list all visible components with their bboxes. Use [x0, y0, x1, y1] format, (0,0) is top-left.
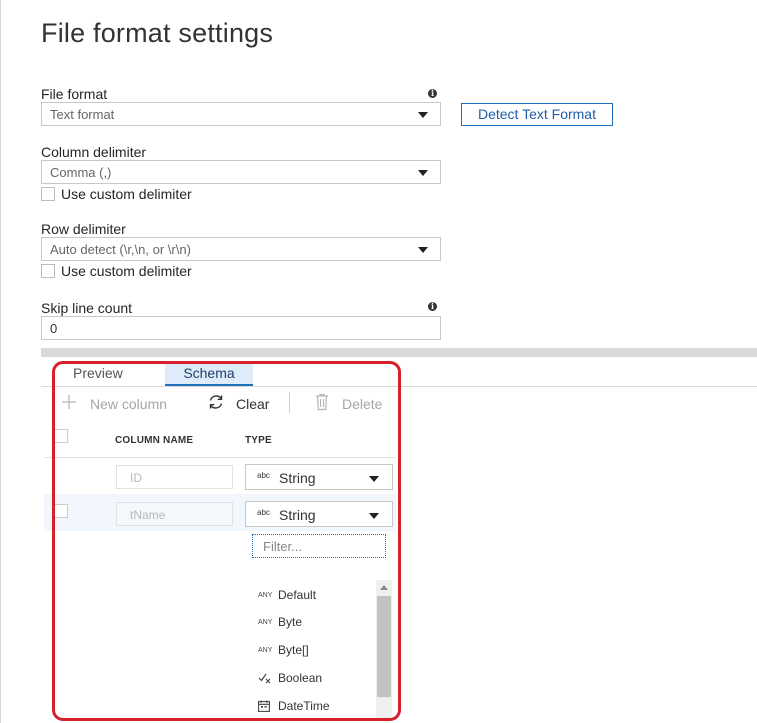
- row-custom-delimiter-label: Use custom delimiter: [61, 263, 192, 279]
- new-column-button[interactable]: New column: [90, 396, 167, 412]
- chevron-down-icon: [369, 476, 379, 482]
- type-header: TYPE: [245, 435, 272, 446]
- column-delimiter-select[interactable]: Comma (,): [41, 160, 441, 184]
- column-name-header: COLUMN NAME: [115, 435, 194, 446]
- column-custom-delimiter-label: Use custom delimiter: [61, 186, 192, 202]
- section-divider: [41, 348, 757, 357]
- string-type-icon: abc: [257, 471, 270, 480]
- type-option-byte-array[interactable]: ANY Byte[]: [258, 643, 309, 657]
- refresh-icon: [207, 393, 225, 411]
- row-checkbox[interactable]: [54, 504, 68, 518]
- row-delimiter-select[interactable]: Auto detect (\r,\n, or \r\n): [41, 237, 441, 261]
- column-name-placeholder: ID: [130, 471, 142, 485]
- chevron-down-icon: [418, 112, 428, 118]
- type-option-byte[interactable]: ANY Byte: [258, 615, 302, 629]
- option-label: Boolean: [278, 671, 323, 685]
- file-format-label: File format: [41, 86, 108, 102]
- chevron-down-icon: [418, 247, 428, 253]
- scroll-up-icon[interactable]: [376, 580, 392, 595]
- boolean-icon: [258, 672, 278, 686]
- filter-placeholder: Filter...: [263, 539, 303, 554]
- type-option-boolean[interactable]: Boolean: [258, 671, 322, 686]
- row-delimiter-value: Auto detect (\r,\n, or \r\n): [50, 242, 191, 257]
- chevron-down-icon: [369, 513, 379, 519]
- type-select[interactable]: abc String: [245, 501, 393, 527]
- skip-line-count-input[interactable]: 0: [41, 316, 441, 340]
- tabs-divider: [41, 386, 757, 387]
- column-name-input[interactable]: ID: [116, 465, 233, 489]
- detect-text-format-button[interactable]: Detect Text Format: [461, 103, 613, 126]
- toolbar-separator: [289, 392, 290, 413]
- column-name-input[interactable]: tName: [116, 502, 233, 526]
- option-label: Default: [278, 588, 317, 602]
- trash-icon: [315, 393, 329, 411]
- type-value: String: [279, 507, 316, 523]
- any-type-icon: ANY: [258, 619, 273, 627]
- type-select[interactable]: abc String: [245, 464, 393, 490]
- chevron-down-icon: [418, 170, 428, 176]
- type-option-datetime[interactable]: DateTime: [258, 699, 330, 714]
- file-format-select[interactable]: Text format: [41, 102, 441, 126]
- string-type-icon: abc: [257, 508, 270, 517]
- info-icon[interactable]: i: [428, 302, 437, 311]
- row-custom-delimiter-checkbox[interactable]: [41, 264, 55, 278]
- column-delimiter-value: Comma (,): [50, 165, 112, 180]
- tab-preview[interactable]: Preview: [73, 365, 123, 381]
- page-title: File format settings: [41, 18, 274, 48]
- clear-button[interactable]: Clear: [236, 396, 269, 412]
- tab-schema[interactable]: Schema: [165, 362, 253, 386]
- type-filter-input[interactable]: Filter...: [252, 534, 386, 558]
- type-value: String: [279, 470, 316, 486]
- any-type-icon: ANY: [258, 592, 273, 600]
- any-type-icon: ANY: [258, 647, 273, 655]
- delete-button[interactable]: Delete: [342, 396, 382, 412]
- column-name-placeholder: tName: [130, 508, 166, 522]
- type-option-default[interactable]: ANY Default: [258, 588, 316, 602]
- option-label: DateTime: [278, 699, 330, 713]
- select-all-checkbox[interactable]: [54, 429, 68, 443]
- calendar-icon: [258, 700, 278, 714]
- option-label: Byte[]: [278, 643, 309, 657]
- plus-icon: [61, 394, 77, 410]
- left-border: [0, 0, 1, 723]
- info-icon[interactable]: i: [428, 89, 437, 98]
- column-delimiter-label: Column delimiter: [41, 144, 147, 160]
- header-divider: [44, 457, 396, 458]
- skip-line-count-value: 0: [50, 321, 58, 336]
- skip-line-count-label: Skip line count: [41, 300, 133, 316]
- scrollbar-thumb[interactable]: [377, 596, 391, 697]
- option-label: Byte: [278, 615, 303, 629]
- file-format-value: Text format: [50, 107, 115, 122]
- row-delimiter-label: Row delimiter: [41, 221, 126, 237]
- column-custom-delimiter-checkbox[interactable]: [41, 187, 55, 201]
